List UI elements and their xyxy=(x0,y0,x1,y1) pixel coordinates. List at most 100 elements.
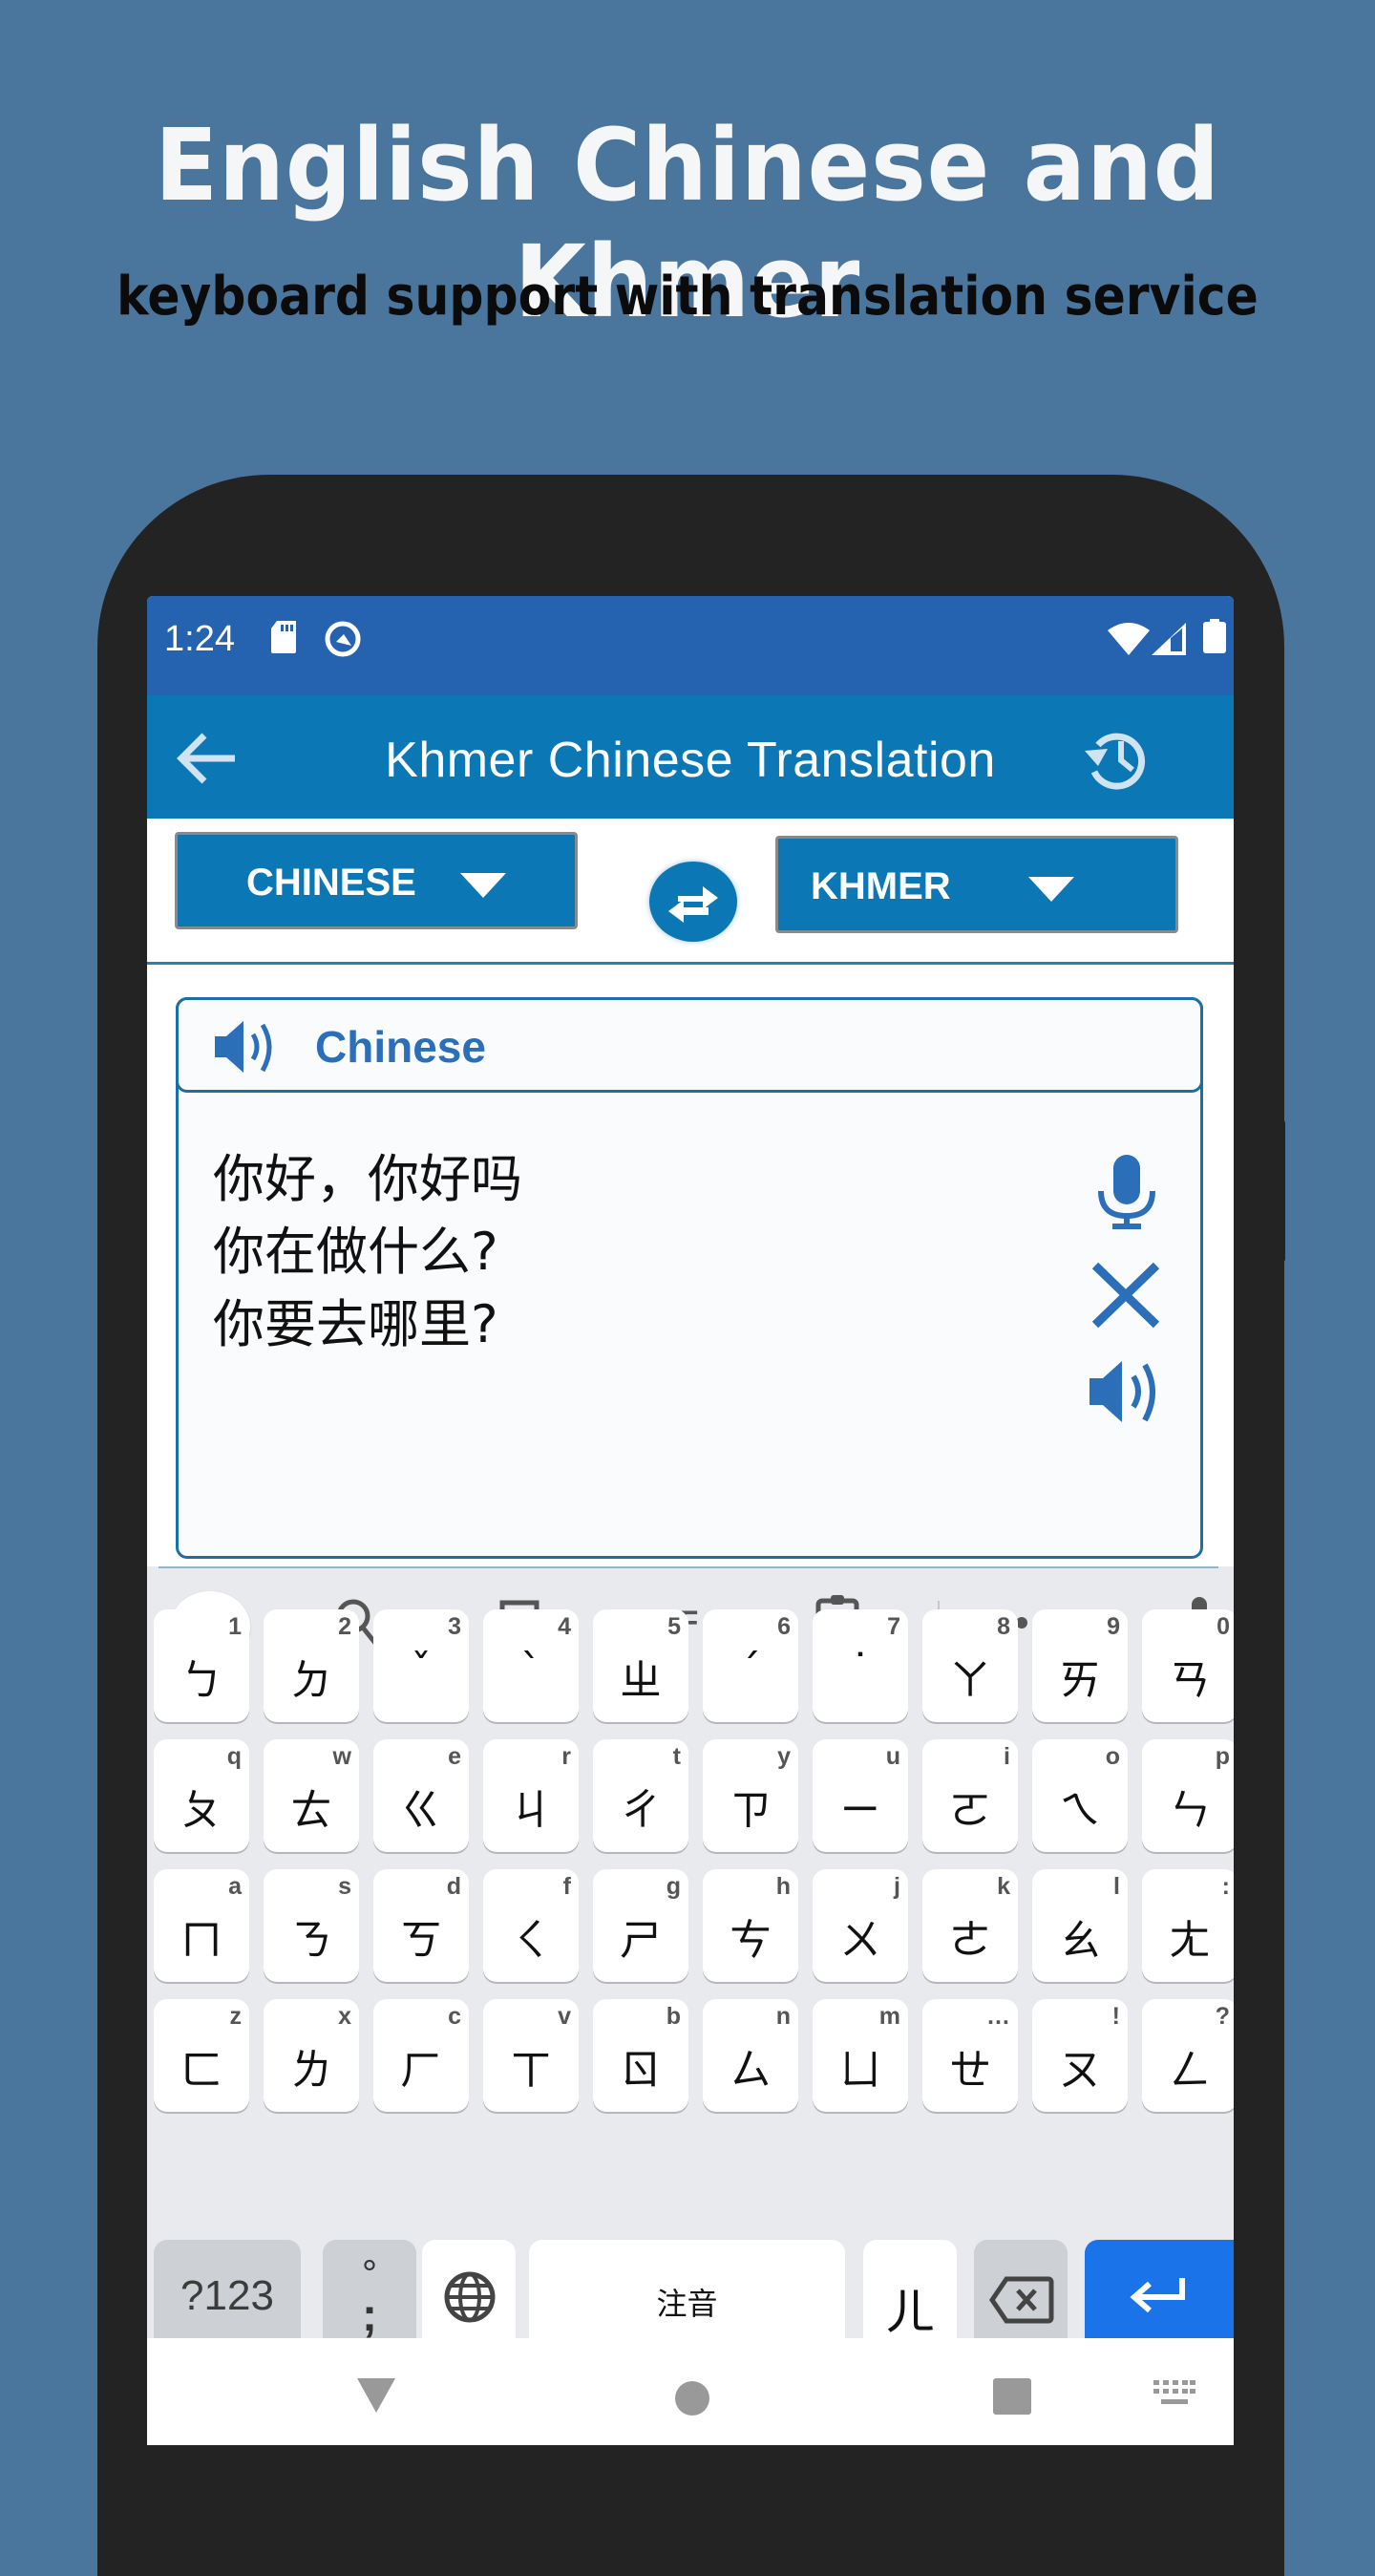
key[interactable]: eㄍ xyxy=(373,1739,469,1852)
key[interactable]: 3ˇ xyxy=(373,1609,469,1722)
key[interactable]: aㄇ xyxy=(154,1869,249,1982)
speaker-icon[interactable] xyxy=(1088,1357,1164,1431)
key[interactable]: hㄘ xyxy=(703,1869,798,1982)
key[interactable]: jㄨ xyxy=(813,1869,908,1982)
keyboard-hide-icon[interactable] xyxy=(1153,2380,1195,2412)
key[interactable]: 9ㄞ xyxy=(1032,1609,1128,1722)
key[interactable]: mㄩ xyxy=(813,1999,908,2112)
card-language-label: Chinese xyxy=(315,1022,486,1072)
space-key[interactable]: 注音 xyxy=(529,2240,845,2352)
key[interactable]: pㄣ xyxy=(1142,1739,1234,1852)
key[interactable]: dㄎ xyxy=(373,1869,469,1982)
key[interactable]: :ㄤ xyxy=(1142,1869,1234,1982)
key[interactable]: cㄏ xyxy=(373,1999,469,2112)
key-hint: n xyxy=(775,2003,791,2030)
punctuation-key[interactable]: ° ; xyxy=(323,2240,416,2352)
key-label: ㄑ xyxy=(510,1916,552,1965)
side-button xyxy=(1270,1119,1285,1263)
key-label: ㄉ xyxy=(290,1656,332,1705)
symbols-key[interactable]: ?123 xyxy=(154,2240,301,2352)
backspace-key[interactable] xyxy=(974,2240,1068,2352)
key-label: ㄌ xyxy=(290,2046,332,2095)
key[interactable]: ! ㄡ xyxy=(1032,1999,1128,2112)
key-hint: q xyxy=(226,1743,242,1770)
key[interactable]: yㄗ xyxy=(703,1739,798,1852)
key-hint: 3 xyxy=(448,1613,461,1640)
key[interactable]: 4ˋ xyxy=(483,1609,579,1722)
key[interactable]: kㄜ xyxy=(922,1869,1018,1982)
key-hint: s xyxy=(338,1873,351,1900)
key[interactable]: rㄐ xyxy=(483,1739,579,1852)
key[interactable]: oㄟ xyxy=(1032,1739,1128,1852)
key[interactable]: vㄒ xyxy=(483,1999,579,2112)
key[interactable]: fㄑ xyxy=(483,1869,579,1982)
key[interactable]: ? ㄥ xyxy=(1142,1999,1234,2112)
key-hint: r xyxy=(561,1743,571,1770)
history-icon[interactable] xyxy=(1079,724,1152,793)
key-hint: x xyxy=(338,2003,351,2030)
key[interactable]: bㄖ xyxy=(593,1999,688,2112)
key[interactable]: lㄠ xyxy=(1032,1869,1128,1982)
punct-bottom: ; xyxy=(362,2290,377,2341)
source-language-dropdown[interactable]: CHINESE xyxy=(175,832,578,929)
key-label: ㄕ xyxy=(620,1916,662,1965)
key[interactable]: 7 ˙ xyxy=(813,1609,908,1722)
key-hint: c xyxy=(448,2003,461,2030)
symbols-key-label: ?123 xyxy=(180,2272,274,2319)
recents-square-icon[interactable] xyxy=(993,2378,1031,2419)
key[interactable]: nㄙ xyxy=(703,1999,798,2112)
key[interactable]: 5ㄓ xyxy=(593,1609,688,1722)
key-label: ㄩ xyxy=(839,2046,881,2095)
key[interactable]: sㄋ xyxy=(264,1869,359,1982)
clear-icon[interactable] xyxy=(1089,1262,1162,1333)
speaker-icon[interactable] xyxy=(213,1017,280,1076)
key-label: ㄛ xyxy=(949,1786,991,1835)
key[interactable]: tㄔ xyxy=(593,1739,688,1852)
er-key[interactable]: ㄦ xyxy=(863,2240,957,2352)
enter-key[interactable] xyxy=(1085,2240,1234,2352)
key-label: ㄝ xyxy=(949,2046,991,2095)
key[interactable]: qㄆ xyxy=(154,1739,249,1852)
backspace-icon xyxy=(989,2276,1054,2324)
target-language-dropdown[interactable]: KHMER xyxy=(775,836,1178,933)
key-hint: 2 xyxy=(338,1613,351,1640)
key[interactable]: 8ㄚ xyxy=(922,1609,1018,1722)
key[interactable]: xㄌ xyxy=(264,1999,359,2112)
key[interactable]: … ㄝ xyxy=(922,1999,1018,2112)
key-label: ㄧ xyxy=(839,1786,881,1835)
key[interactable]: wㄊ xyxy=(264,1739,359,1852)
key-label: ˋ xyxy=(520,1646,541,1694)
key[interactable]: 6ˊ xyxy=(703,1609,798,1722)
key[interactable]: gㄕ xyxy=(593,1869,688,1982)
swap-languages-button[interactable] xyxy=(649,862,737,942)
key-hint: ! xyxy=(1111,2003,1120,2030)
key-label: ㄜ xyxy=(949,1916,991,1965)
key-hint: : xyxy=(1221,1873,1230,1900)
key-hint: d xyxy=(446,1873,461,1900)
divider xyxy=(159,1566,1218,1568)
key-hint: f xyxy=(562,1873,571,1900)
microphone-icon[interactable] xyxy=(1093,1155,1160,1236)
key-label: ㄅ xyxy=(180,1656,222,1705)
bopomofo-keyboard: GIF 1ㄅ2ㄉ3ˇ4ˋ5ㄓ6ˊ7˙8ㄚ9ㄞ0ㄢqㄆwㄊeㄍrㄐtㄔyㄗuㄧiㄛ… xyxy=(147,1566,1234,2352)
back-triangle-icon[interactable] xyxy=(355,2378,397,2417)
key[interactable]: 0ㄢ xyxy=(1142,1609,1234,1722)
target-language-label: KHMER xyxy=(811,865,951,907)
key-hint: i xyxy=(1004,1743,1010,1770)
key[interactable]: zㄈ xyxy=(154,1999,249,2112)
key[interactable]: 2ㄉ xyxy=(264,1609,359,1722)
promo-subtitle: keyboard support with translation servic… xyxy=(116,266,1259,328)
key-hint: l xyxy=(1113,1873,1120,1900)
source-text-input[interactable]: 你好，你好吗 你在做什么? 你要去哪里? xyxy=(213,1143,522,1361)
key[interactable]: uㄧ xyxy=(813,1739,908,1852)
chevron-down-icon xyxy=(1028,877,1074,902)
home-circle-icon[interactable] xyxy=(674,2380,710,2421)
key-label: ㄚ xyxy=(949,1656,991,1705)
key-label: ㄎ xyxy=(400,1916,442,1965)
phone-screen: 1:24 Khmer Chinese Translation CHINESE K… xyxy=(147,596,1234,2445)
language-selector-row: CHINESE KHMER xyxy=(147,819,1234,965)
language-switch-key[interactable] xyxy=(422,2240,516,2352)
chevron-down-icon xyxy=(460,873,506,898)
key[interactable]: 1ㄅ xyxy=(154,1609,249,1722)
key[interactable]: iㄛ xyxy=(922,1739,1018,1852)
